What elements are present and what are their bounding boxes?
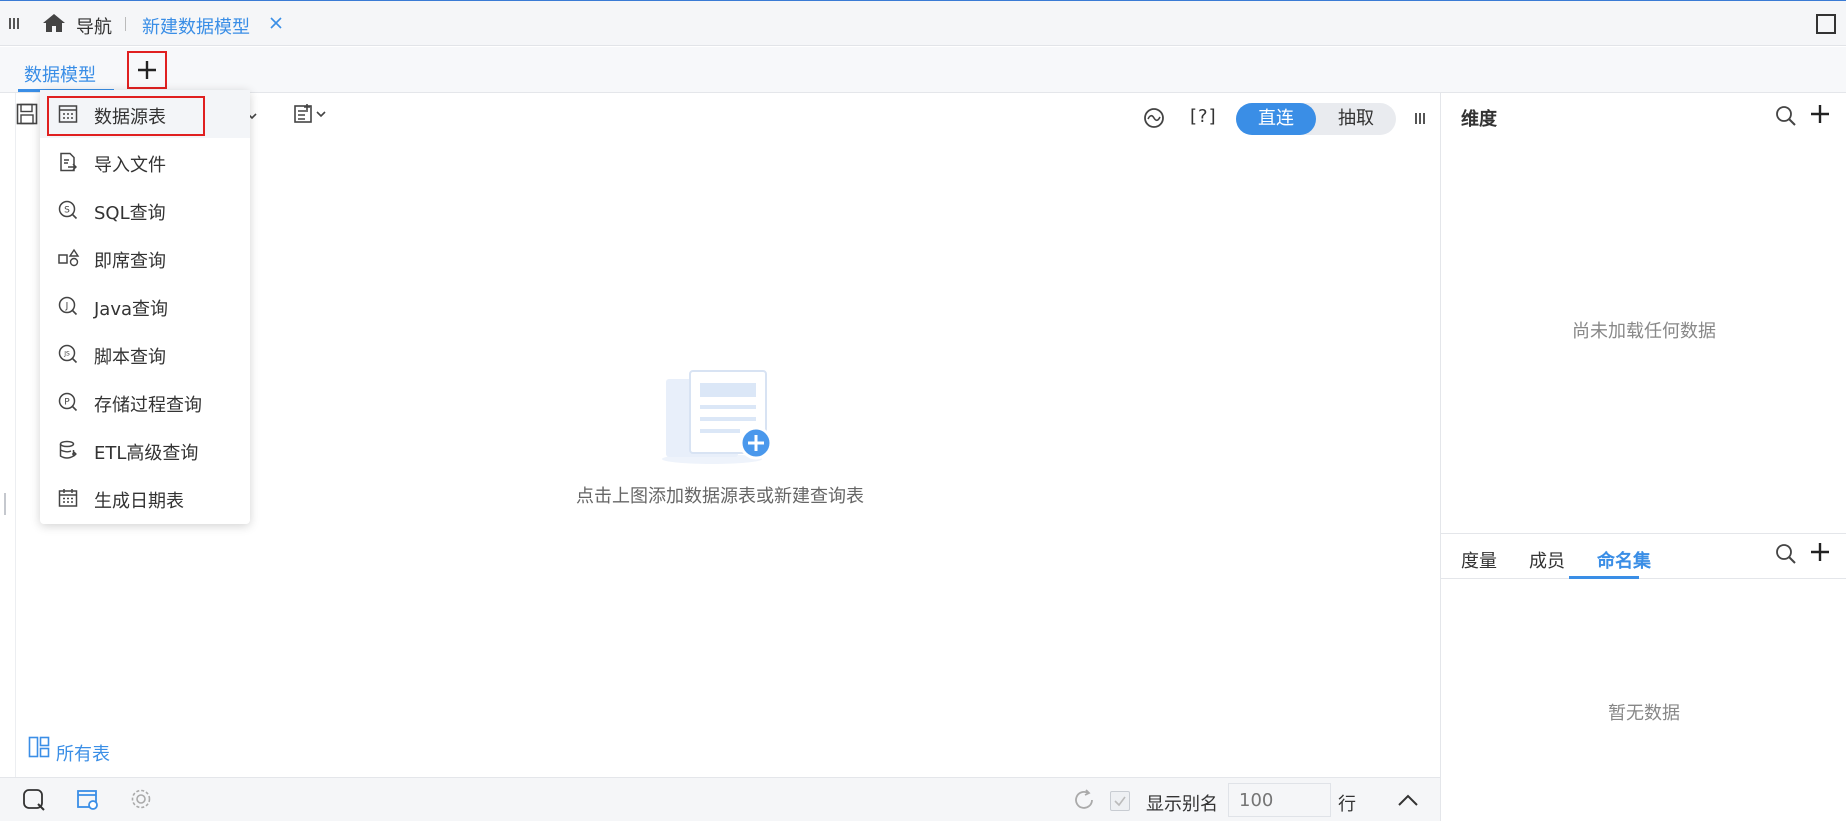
- etl-query-icon: [58, 440, 78, 460]
- svg-text:S: S: [64, 206, 70, 216]
- window-tab-bar: 导航 新建数据模型: [0, 0, 1846, 46]
- add-table-menu: 数据源表 导入文件 S SQL查询 即席查询 J Java查询 JS 脚本查询 …: [40, 90, 250, 524]
- nav-tab-label[interactable]: 导航: [76, 13, 112, 39]
- script-query-icon: JS: [58, 344, 78, 364]
- menu-item-java-query[interactable]: J Java查询: [40, 282, 250, 330]
- menu-item-adhoc-query[interactable]: 即席查询: [40, 234, 250, 282]
- mode-direct[interactable]: 直连: [1236, 103, 1316, 135]
- menu-item-sql-query[interactable]: S SQL查询: [40, 186, 250, 234]
- connection-mode-toggle[interactable]: 直连 抽取: [1236, 103, 1396, 135]
- tab-data-model[interactable]: 数据模型: [24, 61, 96, 87]
- help-button[interactable]: [?]: [1190, 106, 1217, 127]
- collapse-handle[interactable]: [4, 493, 6, 515]
- menu-item-etl-query[interactable]: ETL高级查询: [40, 426, 250, 474]
- menu-item-label: 即席查询: [94, 251, 166, 272]
- menu-item-import-file[interactable]: 导入文件: [40, 138, 250, 186]
- menu-item-label: Java查询: [94, 299, 169, 320]
- zoom-fit-icon[interactable]: [1142, 106, 1166, 130]
- add-calc-table-icon[interactable]: [293, 103, 329, 125]
- preview-bar: 显示别名 行: [0, 777, 1440, 821]
- adhoc-query-icon: [58, 248, 80, 268]
- add-table-button[interactable]: [127, 51, 167, 89]
- search-icon[interactable]: [1775, 105, 1797, 127]
- svg-text:P: P: [64, 398, 70, 408]
- dimension-empty-text: 尚未加载任何数据: [1572, 321, 1716, 342]
- menu-item-label: 脚本查询: [94, 347, 166, 368]
- rows-unit-label: 行: [1338, 794, 1356, 815]
- menu-item-label: 生成日期表: [94, 491, 184, 512]
- canvas-empty-hint: 点击上图添加数据源表或新建查询表: [576, 486, 864, 507]
- row-count-input[interactable]: [1228, 783, 1331, 817]
- show-alias-label: 显示别名: [1146, 794, 1218, 815]
- calendar-icon: [58, 488, 78, 508]
- procedure-query-icon: P: [58, 392, 78, 412]
- close-tab-icon[interactable]: [270, 17, 282, 29]
- refresh-icon[interactable]: [1072, 788, 1096, 812]
- add-named-set-icon[interactable]: [1809, 541, 1831, 563]
- highlight-box: [47, 96, 205, 136]
- field-panel: 维度 尚未加载任何数据 度量 成员 命名集 暂无数据: [1440, 93, 1846, 821]
- tab-member[interactable]: 成员: [1529, 547, 1565, 573]
- tab-separator: [125, 17, 126, 31]
- maximize-icon[interactable]: [1816, 14, 1836, 34]
- svg-text:JS: JS: [63, 351, 70, 358]
- search-icon[interactable]: [1775, 543, 1797, 565]
- model-tab-bar: 数据模型: [0, 47, 1846, 93]
- show-alias-checkbox[interactable]: [1110, 791, 1130, 811]
- sql-query-icon: S: [58, 200, 78, 220]
- table-settings-icon[interactable]: [76, 788, 100, 812]
- add-table-illustration[interactable]: [660, 365, 780, 465]
- svg-text:J: J: [65, 302, 69, 312]
- preview-search-icon[interactable]: [22, 788, 46, 812]
- chevron-up-icon[interactable]: [1396, 792, 1420, 808]
- tab-named-set[interactable]: 命名集: [1597, 547, 1651, 573]
- save-icon[interactable]: [16, 103, 38, 125]
- plus-icon: [138, 61, 156, 79]
- menu-item-label: 导入文件: [94, 155, 166, 176]
- menu-item-label: ETL高级查询: [94, 443, 199, 464]
- all-tables-link[interactable]: 所有表: [56, 740, 110, 766]
- drag-handle-icon[interactable]: [1414, 111, 1426, 127]
- active-tab-underline: [1569, 576, 1639, 579]
- menu-item-procedure-query[interactable]: P 存储过程查询: [40, 378, 250, 426]
- menu-item-label: 存储过程查询: [94, 395, 202, 416]
- menu-item-script-query[interactable]: JS 脚本查询: [40, 330, 250, 378]
- add-dimension-icon[interactable]: [1809, 103, 1831, 125]
- java-query-icon: J: [58, 296, 78, 316]
- menu-item-date-table[interactable]: 生成日期表: [40, 474, 250, 522]
- mode-extract[interactable]: 抽取: [1316, 103, 1396, 135]
- open-tab-label[interactable]: 新建数据模型: [142, 13, 250, 39]
- tab-measure[interactable]: 度量: [1461, 547, 1497, 573]
- layout-icon[interactable]: [28, 736, 50, 758]
- left-collapse-strip[interactable]: [0, 93, 16, 777]
- drag-handle-icon[interactable]: [8, 15, 20, 31]
- dimension-title: 维度: [1461, 109, 1497, 130]
- gear-icon[interactable]: [130, 788, 152, 810]
- import-file-icon: [58, 152, 78, 172]
- home-icon[interactable]: [42, 13, 66, 33]
- menu-item-label: SQL查询: [94, 203, 166, 224]
- named-set-empty-text: 暂无数据: [1608, 703, 1680, 724]
